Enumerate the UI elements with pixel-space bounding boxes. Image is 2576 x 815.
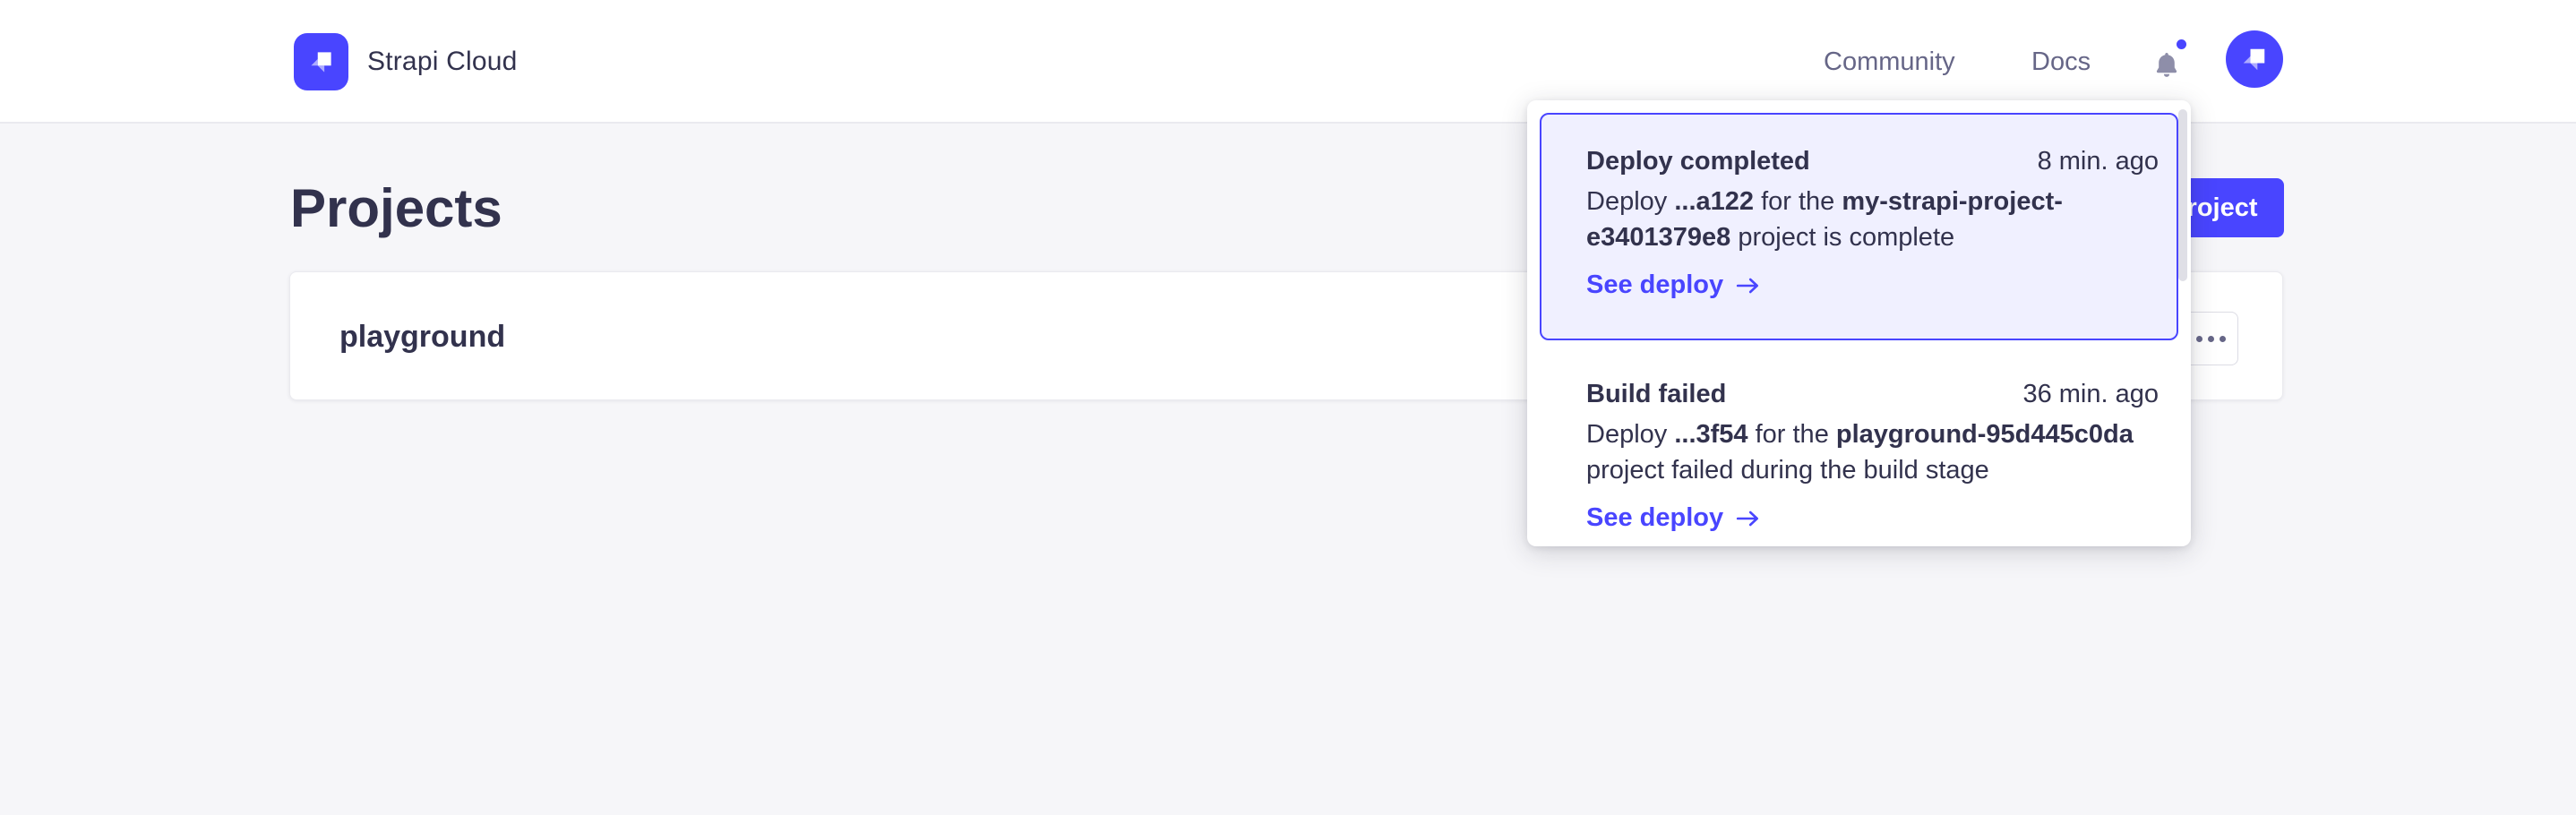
notification-timestamp: 36 min. ago <box>2022 376 2159 412</box>
notification-title: Deploy completed <box>1586 143 1810 179</box>
see-deploy-link[interactable]: See deploy <box>1586 503 1761 533</box>
notifications-bell-button[interactable] <box>2144 38 2191 86</box>
panel-scrollbar-thumb[interactable] <box>2178 109 2187 281</box>
arrow-right-icon <box>1736 276 1761 296</box>
bell-icon <box>2151 48 2182 81</box>
arrow-right-icon <box>1736 509 1761 528</box>
strapi-glyph-icon <box>306 47 337 77</box>
user-avatar[interactable] <box>2226 30 2283 88</box>
notification-title: Build failed <box>1586 376 1726 412</box>
project-menu-button[interactable] <box>2183 312 2238 365</box>
notification-header: Deploy completed 8 min. ago <box>1586 143 2159 179</box>
deploy-id: ...a122 <box>1674 187 1754 216</box>
deploy-id: ...3f54 <box>1674 420 1747 449</box>
notification-header: Build failed 36 min. ago <box>1586 376 2159 412</box>
notification-body: Deploy ...a122 for the my-strapi-project… <box>1586 184 2159 255</box>
notification-item-build-failed[interactable]: Build failed 36 min. ago Deploy ...3f54 … <box>1540 340 2178 546</box>
notification-body: Deploy ...3f54 for the playground-95d445… <box>1586 416 2159 488</box>
notification-item-deploy-completed[interactable]: Deploy completed 8 min. ago Deploy ...a1… <box>1540 113 2178 340</box>
strapi-logo-icon[interactable] <box>294 33 348 90</box>
page-title: Projects <box>290 168 502 249</box>
notification-timestamp: 8 min. ago <box>2038 143 2159 179</box>
notification-unread-dot <box>2177 39 2186 49</box>
notifications-panel: Deploy completed 8 min. ago Deploy ...a1… <box>1527 100 2191 546</box>
brand-title: Strapi Cloud <box>367 0 518 124</box>
ellipsis-icon <box>2196 336 2202 342</box>
project-id: playground-95d445c0da <box>1836 420 2134 449</box>
see-deploy-link[interactable]: See deploy <box>1586 270 1761 300</box>
strapi-avatar-icon <box>2238 43 2271 75</box>
project-name: playground <box>339 272 505 401</box>
